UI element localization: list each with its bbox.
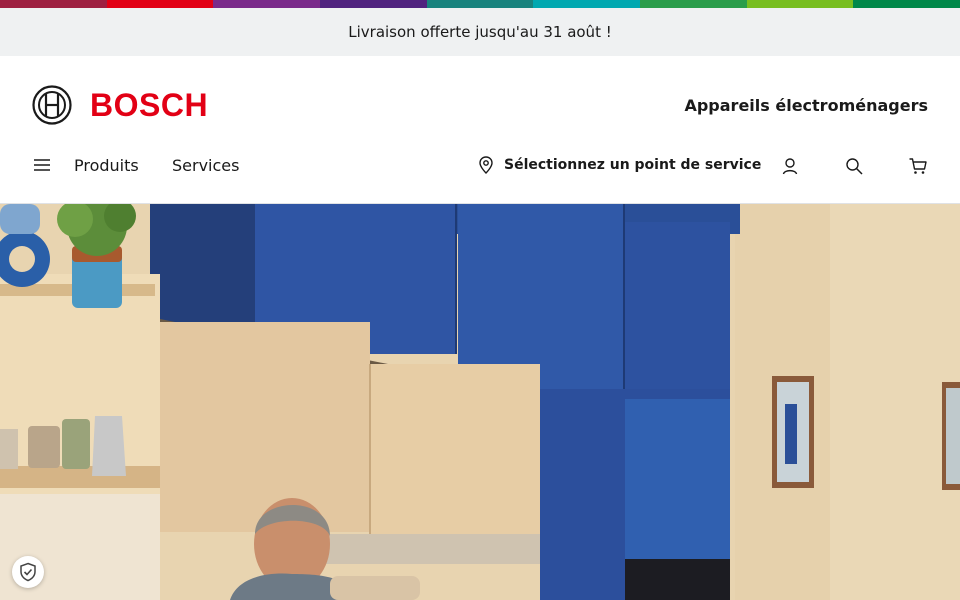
brand-color-bar	[0, 0, 960, 8]
hamburger-icon[interactable]	[34, 157, 50, 173]
location-pin-icon	[479, 156, 493, 174]
kitchen-photo	[0, 204, 960, 600]
nav-link-produits[interactable]: Produits	[74, 156, 139, 175]
user-icon[interactable]	[780, 156, 800, 176]
main-nav: Produits Services Sélectionnez un point …	[0, 148, 960, 184]
shield-check-icon	[20, 562, 36, 582]
promo-banner: Livraison offerte jusqu'au 31 août !	[0, 8, 960, 56]
service-point-label: Sélectionnez un point de service	[504, 157, 762, 173]
cart-icon[interactable]	[908, 156, 928, 176]
search-icon[interactable]	[844, 156, 864, 176]
bosch-logo[interactable]: BOSCH	[32, 85, 208, 125]
promo-text: Livraison offerte jusqu'au 31 août !	[348, 23, 612, 41]
bosch-armature-icon	[32, 85, 72, 125]
trust-badge[interactable]	[12, 556, 44, 588]
logo-wordmark: BOSCH	[90, 86, 209, 123]
service-point-selector[interactable]: Sélectionnez un point de service	[478, 156, 761, 174]
site-header: BOSCH Appareils électroménagers Produits…	[0, 56, 960, 204]
hero-banner	[0, 204, 960, 600]
nav-link-services[interactable]: Services	[172, 156, 239, 175]
brand-tagline: Appareils électroménagers	[684, 96, 928, 115]
